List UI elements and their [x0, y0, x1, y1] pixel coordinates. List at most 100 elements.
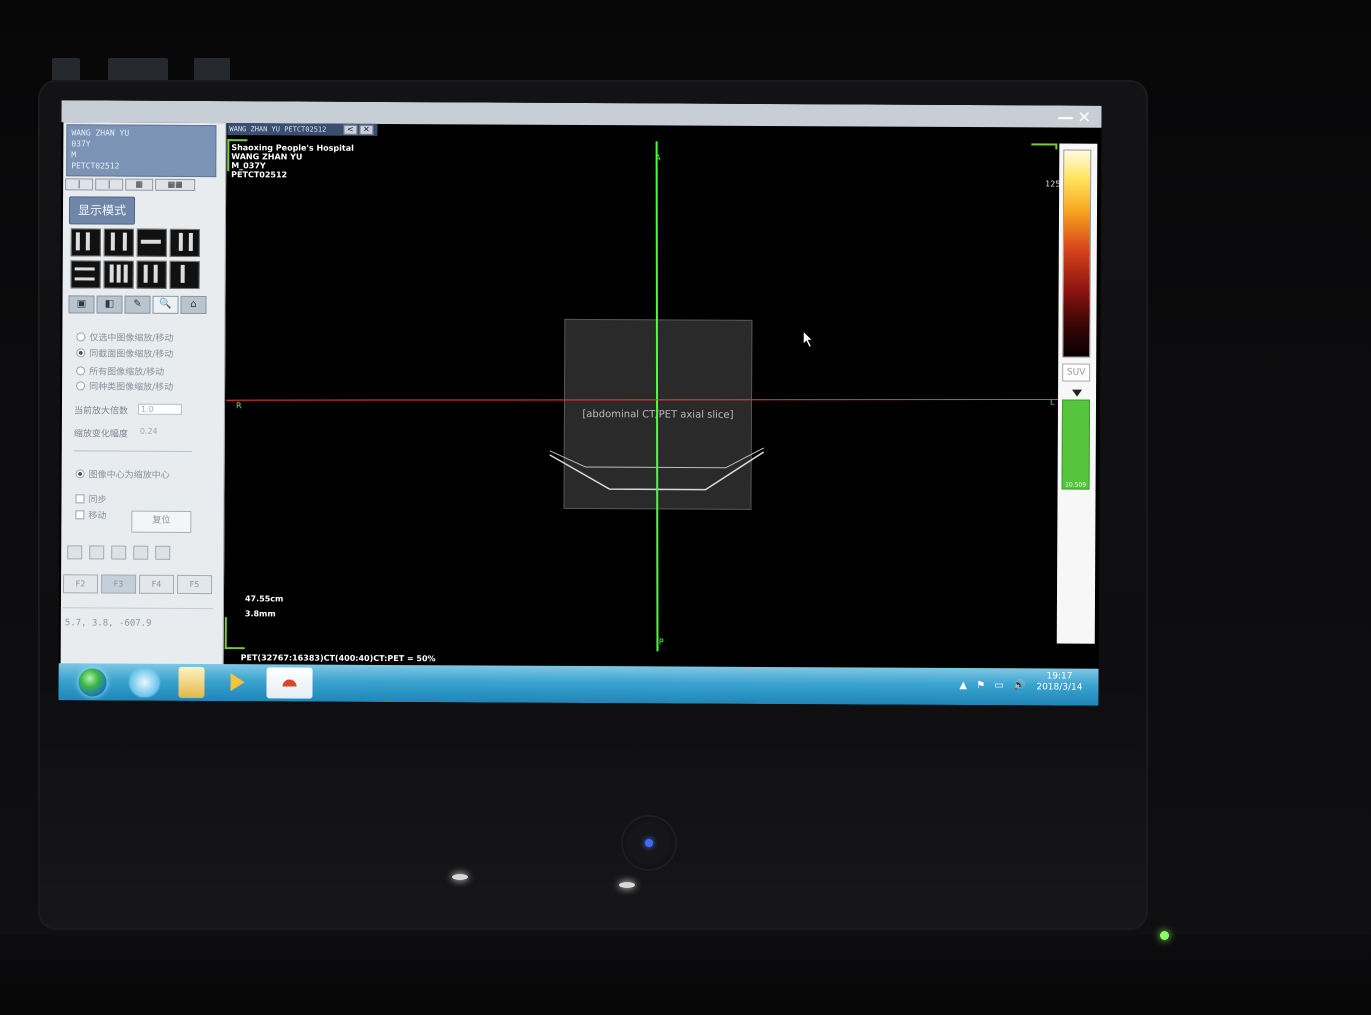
slice-thickness-label: 3.8mm	[244, 609, 276, 619]
layout-buttons: | | ▦ ▦▦	[65, 178, 219, 193]
flip-icon[interactable]	[89, 545, 105, 560]
patient-sex: M	[71, 150, 77, 160]
radio-icon	[75, 469, 85, 479]
overlay-study-id: PETCT02512	[231, 170, 288, 180]
small-icon-row	[67, 545, 187, 562]
radio-icon	[76, 366, 86, 376]
radio-icon	[76, 381, 86, 391]
control-panel: WANG ZHAN YU 037Y M PETCT02512 | | ▦ ▦▦ …	[60, 122, 227, 669]
tool-f5-button[interactable]: F5	[176, 574, 213, 595]
tool-tabs: ▣ ◧ ✎ 🔍 ⌂	[68, 295, 214, 316]
image-viewport[interactable]: Shaoxing People's Hospital WANG ZHAN YU …	[224, 139, 1060, 654]
option-center-zoom[interactable]: 图像中心为缩放中心	[75, 467, 170, 481]
layout-thumbnail[interactable]	[103, 228, 134, 257]
layout-thumbnail[interactable]	[70, 260, 101, 289]
room-background: — ✕ WANG ZHAN YU 037Y M PETCT02512 | | ▦…	[0, 0, 1371, 1015]
viewer-prev-button[interactable]: <	[343, 124, 358, 135]
screen: — ✕ WANG ZHAN YU 037Y M PETCT02512 | | ▦…	[58, 100, 1102, 706]
option-label: 图像中心为缩放中心	[88, 470, 170, 481]
zoom-factor-label: 当前放大倍数	[73, 406, 128, 417]
radio-icon	[76, 332, 86, 342]
divider	[62, 607, 213, 610]
option-selected-only[interactable]: 仅选中图像缩放/移动	[76, 330, 173, 344]
layout-button-3[interactable]: ▦	[125, 178, 154, 191]
patient-info-box: WANG ZHAN YU 037Y M PETCT02512	[66, 124, 217, 178]
tab-image-icon[interactable]: ▣	[68, 295, 95, 314]
system-tray[interactable]: ▲ ⚑ ▭ 🔊	[959, 680, 1028, 691]
fit-icon[interactable]	[111, 545, 127, 560]
layout-button-1[interactable]: |	[65, 178, 94, 191]
window-marker-icon[interactable]	[1072, 389, 1083, 397]
mouse-cursor-icon	[802, 330, 814, 348]
power-led	[645, 839, 653, 847]
zoom-slider[interactable]	[73, 450, 192, 452]
colorbar-max: 125	[1045, 179, 1061, 189]
power-button[interactable]	[623, 817, 675, 869]
suv-colorbar[interactable]	[1062, 149, 1092, 358]
reset-button[interactable]: 复位	[131, 510, 192, 533]
light-reflection	[452, 874, 468, 880]
viewport-corner	[224, 617, 245, 650]
layout-thumbnail[interactable]	[136, 260, 167, 289]
layout-button-4[interactable]: ▦▦	[155, 178, 196, 191]
window-value: 10.509	[1065, 481, 1087, 489]
tool-f2-button[interactable]: F2	[62, 574, 99, 594]
layout-thumbnail[interactable]	[169, 260, 200, 290]
start-button[interactable]	[78, 668, 107, 697]
taskbar: ▲ ⚑ ▭ 🔊 19:17 2018/3/14	[58, 663, 1099, 706]
display-mode-button[interactable]: 显示模式	[68, 196, 136, 225]
sync-checkbox[interactable]: 同步	[75, 492, 107, 506]
clock-date: 2018/3/14	[1036, 682, 1083, 693]
minimize-button[interactable]: —	[1057, 107, 1073, 126]
checkbox-icon	[75, 494, 85, 504]
status-led	[1160, 931, 1169, 940]
option-same-section[interactable]: 同截面图像缩放/移动	[76, 346, 173, 360]
app-icon-browser[interactable]	[126, 666, 163, 698]
overlay-info: Shaoxing People's Hospital WANG ZHAN YU …	[231, 143, 354, 180]
checkbox-icon	[75, 510, 85, 520]
viewport-corner	[1031, 143, 1058, 150]
option-label: 同种类图像缩放/移动	[89, 382, 174, 393]
window-level-bar[interactable]: 10.509	[1061, 399, 1091, 490]
keyboard	[0, 935, 1371, 1015]
patient-age: 037Y	[71, 139, 91, 149]
layout-button-2[interactable]: |	[95, 178, 124, 191]
layout-thumbnail[interactable]	[70, 228, 101, 257]
tab-pen-icon[interactable]: ✎	[124, 295, 151, 314]
app-icon-viewer[interactable]	[266, 667, 313, 699]
columns-icon[interactable]	[133, 545, 149, 560]
light-reflection	[619, 882, 635, 888]
tab-home-icon[interactable]: ⌂	[180, 295, 207, 315]
app-icon-media[interactable]	[226, 667, 248, 698]
viewer-close-button[interactable]: ✕	[359, 124, 374, 135]
suv-button[interactable]: SUV	[1062, 363, 1091, 382]
zoom-step-label: 缩放变化幅度	[73, 429, 128, 440]
app-icon-folder[interactable]	[178, 666, 205, 699]
layout-thumbnail[interactable]	[169, 228, 200, 258]
colorbar-panel: 125 SUV 10.509	[1045, 143, 1098, 644]
tab-split-icon[interactable]: ◧	[96, 295, 123, 314]
rotate-icon[interactable]	[67, 545, 83, 560]
layout-thumbnails	[70, 228, 203, 291]
patient-id: PETCT02512	[71, 161, 120, 171]
layout-thumbnail[interactable]	[103, 260, 134, 289]
option-all-images[interactable]: 所有图像缩放/移动	[76, 364, 164, 378]
zoom-step-value[interactable]: 0.24	[138, 427, 182, 438]
option-label: 仅选中图像缩放/移动	[89, 333, 174, 344]
zoom-factor-input[interactable]: 1.0	[137, 403, 182, 415]
tool-f3-button[interactable]: F3	[100, 574, 137, 594]
option-same-type[interactable]: 同种类图像缩放/移动	[76, 379, 173, 393]
close-button[interactable]: ✕	[1077, 108, 1091, 127]
rows-icon[interactable]	[155, 545, 171, 560]
scanner-table-outline	[549, 447, 765, 491]
checkbox-label: 移动	[88, 511, 107, 522]
fov-label: 47.55cm	[244, 594, 284, 604]
tab-zoom-icon[interactable]: 🔍	[152, 295, 179, 314]
move-checkbox[interactable]: 移动	[75, 508, 107, 522]
tool-f4-button[interactable]: F4	[138, 574, 175, 594]
clock[interactable]: 19:17 2018/3/14	[1036, 671, 1082, 693]
option-label: 同截面图像缩放/移动	[89, 349, 174, 360]
layout-thumbnail[interactable]	[136, 228, 167, 257]
radio-icon	[76, 348, 86, 358]
patient-name: WANG ZHAN YU	[71, 128, 130, 138]
